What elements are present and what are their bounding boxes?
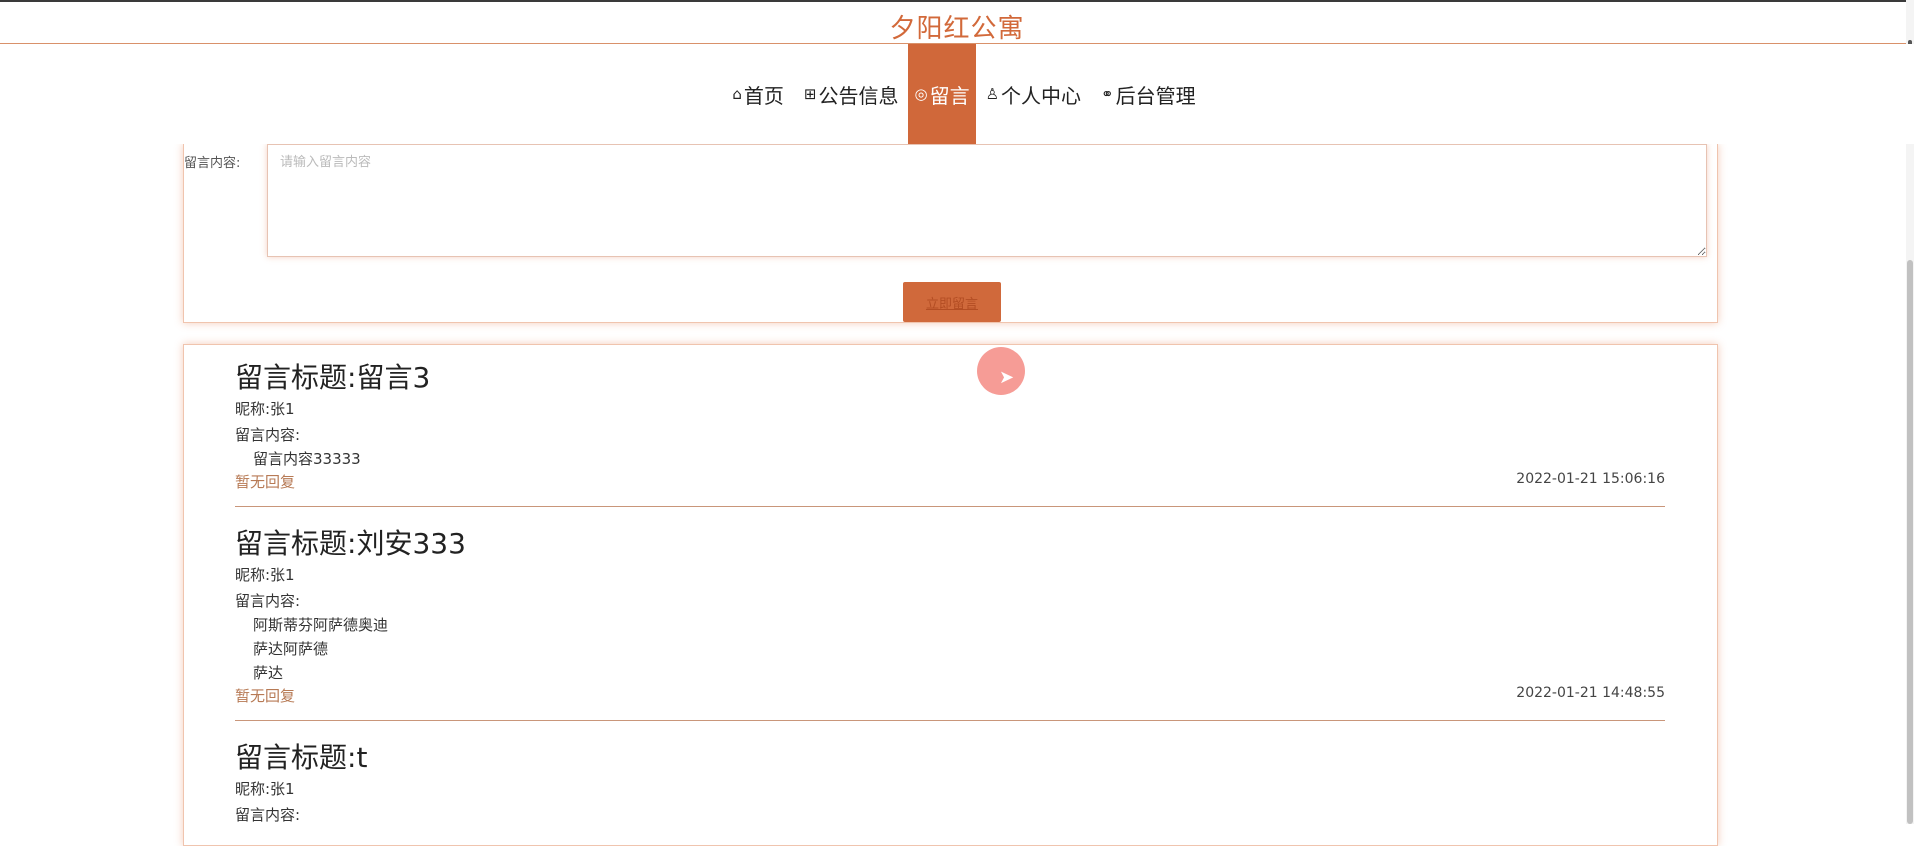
submit-button[interactable]: 立即留言	[903, 282, 1001, 322]
message-nickname: 昵称:张1	[235, 400, 295, 418]
message-title: 留言标题:t	[235, 741, 1665, 775]
list-item: 留言标题:刘安333 昵称:张1 留言内容: 阿斯蒂芬阿萨德奥迪 萨达阿萨德 萨…	[235, 527, 1665, 721]
message-content-label: 留言内容:	[235, 426, 301, 444]
message-reply-status: 暂无回复	[235, 687, 296, 705]
cursor-arrow-icon: ➤	[999, 367, 1015, 388]
scrollbar-thumb[interactable]	[1907, 260, 1913, 824]
message-content-label: 留言内容:	[235, 806, 301, 824]
nav-item-label: 后台管理	[1115, 83, 1196, 108]
grid-icon: ⊞	[803, 85, 817, 103]
link-icon: ⚭	[1101, 85, 1114, 103]
message-list: 留言标题:留言3 昵称:张1 留言内容: 留言内容33333 暂无回复 2022…	[183, 344, 1718, 846]
nav-item-personal-center[interactable]: ♙ 个人中心	[976, 44, 1091, 144]
chat-icon: ◎	[914, 85, 928, 103]
message-title-text: 留言3	[356, 361, 431, 394]
message-timestamp: 2022-01-21 15:06:16	[1516, 471, 1665, 487]
message-content-line: 留言内容33333	[253, 450, 361, 468]
nav-item-messages[interactable]: ◎ 留言	[908, 44, 976, 144]
message-title-prefix: 留言标题:	[235, 527, 357, 560]
nav-item-home[interactable]: ⌂ 首页	[722, 44, 794, 144]
message-content-line: 阿斯蒂芬阿萨德奥迪	[253, 616, 389, 634]
content-textarea[interactable]	[267, 144, 1707, 257]
list-item: 留言标题:留言3 昵称:张1 留言内容: 留言内容33333 暂无回复 2022…	[235, 361, 1665, 507]
content-label: 留言内容:	[184, 156, 241, 171]
message-title-text: 刘安333	[356, 527, 466, 560]
message-nickname: 昵称:张1	[235, 566, 295, 584]
message-form: 留言内容: 立即留言	[183, 144, 1718, 323]
nav-item-announcements[interactable]: ⊞ 公告信息	[794, 44, 909, 144]
message-content-line: 萨达阿萨德	[253, 640, 329, 658]
user-icon: ♙	[985, 85, 1000, 103]
list-item: 留言标题:t 昵称:张1 留言内容:	[235, 741, 1665, 845]
message-timestamp: 2022-01-21 14:48:55	[1516, 685, 1665, 701]
nav-item-label: 公告信息	[818, 83, 899, 108]
message-title-prefix: 留言标题:	[235, 361, 357, 394]
main-nav: ⌂ 首页 ⊞ 公告信息 ◎ 留言 ♙ 个人中心 ⚭ 后台管理	[0, 44, 1914, 144]
message-title-prefix: 留言标题:	[235, 741, 357, 774]
nav-item-admin[interactable]: ⚭ 后台管理	[1091, 44, 1206, 144]
message-nickname: 昵称:张1	[235, 780, 295, 798]
message-content-label: 留言内容:	[235, 592, 301, 610]
home-icon: ⌂	[732, 85, 742, 103]
nav-item-label: 留言	[929, 83, 970, 108]
message-title: 留言标题:刘安333	[235, 527, 1665, 561]
nav-item-label: 个人中心	[1001, 83, 1082, 108]
message-title: 留言标题:留言3	[235, 361, 1665, 395]
message-content-line: 萨达	[253, 664, 284, 682]
nav-item-label: 首页	[743, 83, 784, 108]
message-reply-status: 暂无回复	[235, 473, 296, 491]
message-title-text: t	[356, 741, 368, 774]
site-header: 夕阳红公寓	[0, 2, 1914, 44]
site-title: 夕阳红公寓	[889, 14, 1025, 44]
